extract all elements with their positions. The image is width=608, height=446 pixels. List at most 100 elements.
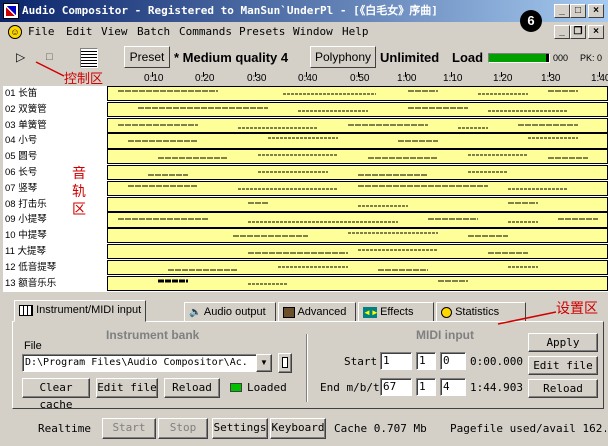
track-row[interactable]: 09 小提琴 [3, 212, 608, 228]
ruler-label: 0:50 [350, 73, 370, 84]
tab-audio-output[interactable]: 🔈 Audio output [184, 302, 276, 322]
track-row[interactable]: 12 低音提琴 [3, 259, 608, 276]
tab-effects[interactable]: ◄► Effects [358, 302, 434, 322]
browse-icon[interactable] [278, 353, 292, 373]
track-lane[interactable] [107, 275, 608, 291]
track-row[interactable]: 03 单簧管 [3, 117, 608, 134]
note-events [248, 249, 528, 254]
start-measure-input[interactable]: 1 [380, 352, 412, 370]
keyboard-button[interactable]: Keyboard [270, 418, 326, 439]
file-dropdown-button[interactable]: ▼ [256, 354, 272, 372]
ruler-label: 1:10 [443, 73, 463, 84]
maximize-button[interactable]: □ [570, 4, 586, 18]
start-time: 0:00.000 [470, 355, 523, 368]
track-lane[interactable] [107, 133, 608, 149]
end-tick-input[interactable]: 4 [440, 378, 466, 396]
stop-render-button[interactable]: Stop [158, 418, 208, 439]
settings-button[interactable]: Settings [212, 418, 268, 439]
apply-range-button[interactable]: Apply range [528, 333, 598, 366]
load-value: 000 [553, 53, 569, 63]
doc-close-button[interactable]: × [588, 25, 604, 39]
menu-help[interactable]: Help [342, 25, 369, 38]
track-row[interactable]: 11 大提琴 [3, 244, 608, 260]
start-button[interactable]: Start [102, 418, 156, 439]
menu-batch[interactable]: Batch [137, 25, 170, 38]
load-meter-fill [489, 54, 546, 62]
track-lane[interactable] [107, 259, 608, 275]
note-events [233, 232, 508, 237]
ruler-label: 1:30 [541, 73, 561, 84]
start-tick-input[interactable]: 0 [440, 352, 466, 370]
menu-edit[interactable]: Edit [66, 25, 93, 38]
note-events [118, 218, 598, 223]
track-row[interactable]: 07 竖琴 [3, 180, 608, 197]
track-name: 05 圆号 [5, 151, 38, 163]
track-row[interactable]: 04 小号 [3, 133, 608, 149]
track-name: 04 小号 [5, 135, 38, 147]
note-events [118, 90, 578, 95]
menu-presets[interactable]: Presets [239, 25, 285, 38]
track-row[interactable]: 13 额音乐乐 [3, 275, 608, 292]
track-lane[interactable] [107, 165, 608, 181]
polyphony-button[interactable]: Polyphony [310, 46, 376, 68]
track-row[interactable]: 05 圆号 [3, 149, 608, 165]
end-measure-input[interactable]: 67 [380, 378, 412, 396]
doc-restore-button[interactable]: ❐ [570, 25, 586, 39]
settings-arrow [497, 311, 557, 325]
track-row[interactable]: 10 中提琴 [3, 228, 608, 244]
note-events [168, 266, 538, 271]
midi-edit-file-button[interactable]: Edit file [528, 356, 598, 375]
ruler-label: 1:00 [397, 73, 417, 84]
track-lane[interactable] [107, 244, 608, 260]
settings-area-annotation: 设置区 [556, 300, 598, 316]
menu-file[interactable]: File [28, 25, 55, 38]
preset-name: * Medium quality 4 [174, 50, 289, 65]
track-lane[interactable] [107, 180, 608, 196]
track-name: 07 竖琴 [5, 182, 38, 194]
tab-advanced[interactable]: Advanced [278, 302, 356, 322]
menu-window[interactable]: Window [293, 25, 333, 38]
track-name: 13 额音乐乐 [5, 277, 57, 289]
start-beat-input[interactable]: 1 [416, 352, 436, 370]
track-lane[interactable] [107, 228, 608, 244]
mode-label: Realtime [38, 422, 91, 435]
minimize-button[interactable]: _ [554, 4, 570, 18]
track-row[interactable]: 02 双簧管 [3, 101, 608, 118]
doc-minimize-button[interactable]: _ [554, 25, 570, 39]
track-name: 01 长笛 [5, 88, 38, 99]
menu-commands[interactable]: Commands [179, 25, 232, 38]
edit-file-button[interactable]: Edit file [96, 378, 158, 398]
track-lane[interactable] [107, 196, 608, 212]
close-button[interactable]: × [588, 4, 604, 18]
track-lane[interactable] [107, 149, 608, 165]
mixer-icon[interactable] [80, 48, 98, 68]
tab-label: Statistics [455, 306, 500, 318]
track-lane[interactable] [107, 212, 608, 228]
window-title: Audio Compositor - Registered to ManSun`… [22, 4, 438, 17]
badge: 6 [520, 10, 542, 32]
track-row[interactable]: 08 打击乐 [3, 196, 608, 213]
clear-cache-button[interactable]: Clear cache [22, 378, 90, 411]
preset-button[interactable]: Preset [124, 46, 170, 68]
instrument-file-input[interactable]: D:\Program Files\Audio Compositor\Ac. [22, 354, 258, 372]
app-menu-icon[interactable]: ☺ [8, 25, 22, 39]
ruler-label: 0:30 [247, 73, 267, 84]
ruler-label: 1:40 [591, 73, 608, 84]
note-events [128, 137, 578, 142]
track-lane[interactable] [107, 117, 608, 133]
track-row[interactable]: 01 长笛 [3, 86, 608, 102]
peak-label: PK: 0 [580, 53, 603, 63]
track-row[interactable]: 06 长号 [3, 165, 608, 181]
end-beat-input[interactable]: 1 [416, 378, 436, 396]
note-events [248, 202, 538, 207]
track-lane[interactable] [107, 101, 608, 117]
file-label: File [24, 340, 42, 352]
reload-button[interactable]: Reload [164, 378, 220, 398]
track-name: 09 小提琴 [5, 214, 47, 226]
midi-reload-button[interactable]: Reload [528, 379, 598, 398]
track-lane[interactable] [107, 86, 608, 102]
menu-view[interactable]: View [101, 25, 128, 38]
status-bar: Realtime Start Stop Settings Keyboard Ca… [0, 414, 608, 446]
tab-instrument-midi-input[interactable]: Instrument/MIDI input [14, 300, 147, 322]
app-icon[interactable] [3, 3, 19, 19]
